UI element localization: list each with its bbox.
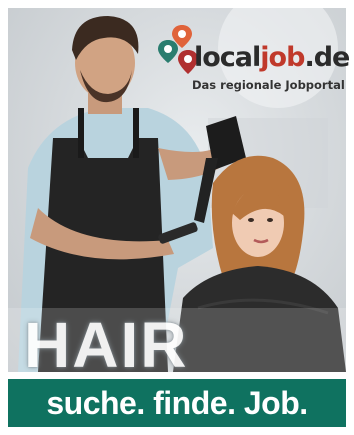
slogan-text: suche. finde. Job. — [46, 384, 308, 421]
hair-overlay-text: HAIR — [24, 309, 189, 372]
logo-word-local: local — [194, 42, 261, 73]
localjob-logo[interactable]: localjob.de Das regionale Jobportal — [152, 22, 350, 100]
job-ad: HAIR localjob.de Das regionale Jobportal… — [0, 0, 354, 435]
logo-word-job: job — [260, 42, 305, 73]
slogan-banner: suche. finde. Job. — [8, 379, 346, 427]
logo-word-tld: .de — [304, 42, 350, 73]
logo-wordmark: localjob.de — [194, 42, 350, 73]
logo-tagline: Das regionale Jobportal — [192, 78, 345, 92]
